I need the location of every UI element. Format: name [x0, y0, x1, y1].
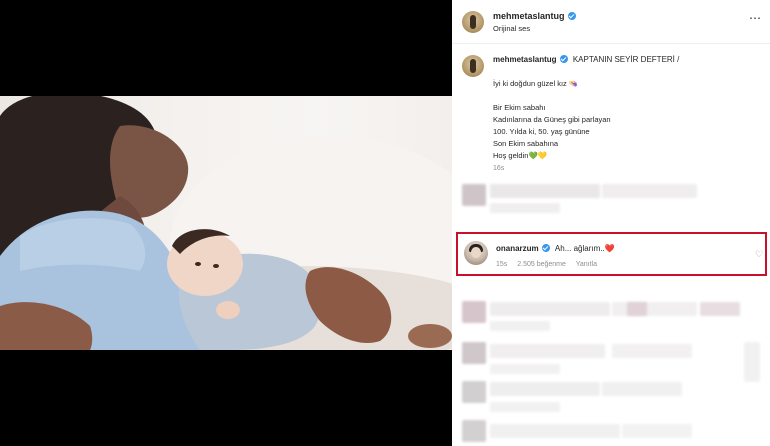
blurred-comment [622, 424, 692, 438]
post-username[interactable]: mehmetaslantug [493, 11, 576, 21]
caption-title: KAPTANIN SEYİR DEFTERİ / [572, 55, 680, 64]
blurred-comment [602, 184, 697, 198]
caption-line: İyi ki doğdun güzel kız 👒 [493, 79, 579, 88]
comment-body: onanarzum Ah... ağlarım..❤️ [496, 244, 615, 253]
blurred-meta [490, 321, 550, 331]
highlighted-comment: onanarzum Ah... ağlarım..❤️ 15s 2.505 be… [456, 232, 767, 276]
more-options-icon[interactable]: ⋯ [749, 12, 761, 24]
verified-icon [541, 244, 550, 252]
post-photo[interactable] [0, 96, 452, 350]
blurred-meta [490, 203, 560, 213]
caption-line: Bir Ekim sabahı [493, 103, 546, 112]
avatar[interactable] [462, 11, 484, 33]
comment-likes[interactable]: 2.505 beğenme [517, 261, 566, 268]
caption-line: Hoş geldin💚💛 [493, 151, 548, 160]
caption-line: Son Ekim sabahına [493, 139, 559, 148]
photo-illustration [0, 96, 452, 350]
blurred-meta [490, 364, 560, 374]
commenter-avatar[interactable] [464, 241, 488, 265]
username-text[interactable]: mehmetaslantug [493, 11, 565, 21]
blurred-comment [700, 302, 740, 316]
blurred-comment [490, 184, 600, 198]
verified-icon [567, 12, 576, 20]
reply-button[interactable]: Yanıtla [576, 261, 597, 268]
blurred-comment [612, 302, 697, 316]
comment-text: Ah... ağlarım..❤️ [554, 244, 615, 253]
blurred-avatar [462, 342, 486, 364]
caption-avatar[interactable] [462, 55, 484, 77]
blurred-avatar [462, 184, 486, 206]
blurred-comment [602, 382, 682, 396]
blurred-comment [744, 342, 760, 382]
blurred-avatar [462, 381, 486, 403]
blurred-avatar [462, 301, 486, 323]
caption-time[interactable]: 16s [493, 165, 504, 172]
caption-username[interactable]: mehmetaslantug [493, 55, 557, 64]
blurred-comment [627, 302, 647, 316]
caption-line: 100. Yılda ki, 50. yaş gününe [493, 127, 590, 136]
verified-icon [559, 55, 568, 63]
blurred-comment [490, 302, 610, 316]
blurred-meta [490, 402, 560, 412]
comment-username[interactable]: onanarzum [496, 244, 539, 253]
comments-panel: mehmetaslantug Orijinal ses ⋯ mehmetasla… [452, 0, 770, 446]
caption-header: mehmetaslantug KAPTANIN SEYİR DEFTERİ / [493, 55, 679, 64]
blurred-comment [490, 382, 600, 396]
caption-line: Kadınlarına da Güneş gibi parlayan [493, 115, 611, 124]
blurred-avatar [462, 420, 486, 442]
blurred-comment [490, 344, 605, 358]
blurred-comment [612, 344, 692, 358]
post-header: mehmetaslantug Orijinal ses ⋯ [452, 0, 770, 44]
heart-icon[interactable]: ♡ [755, 249, 763, 260]
comment-time[interactable]: 15s [496, 261, 507, 268]
audio-label[interactable]: Orijinal ses [493, 24, 530, 33]
media-pane [0, 0, 452, 446]
comment-meta: 15s 2.505 beğenme Yanıtla [496, 261, 605, 268]
blurred-comment [490, 424, 620, 438]
